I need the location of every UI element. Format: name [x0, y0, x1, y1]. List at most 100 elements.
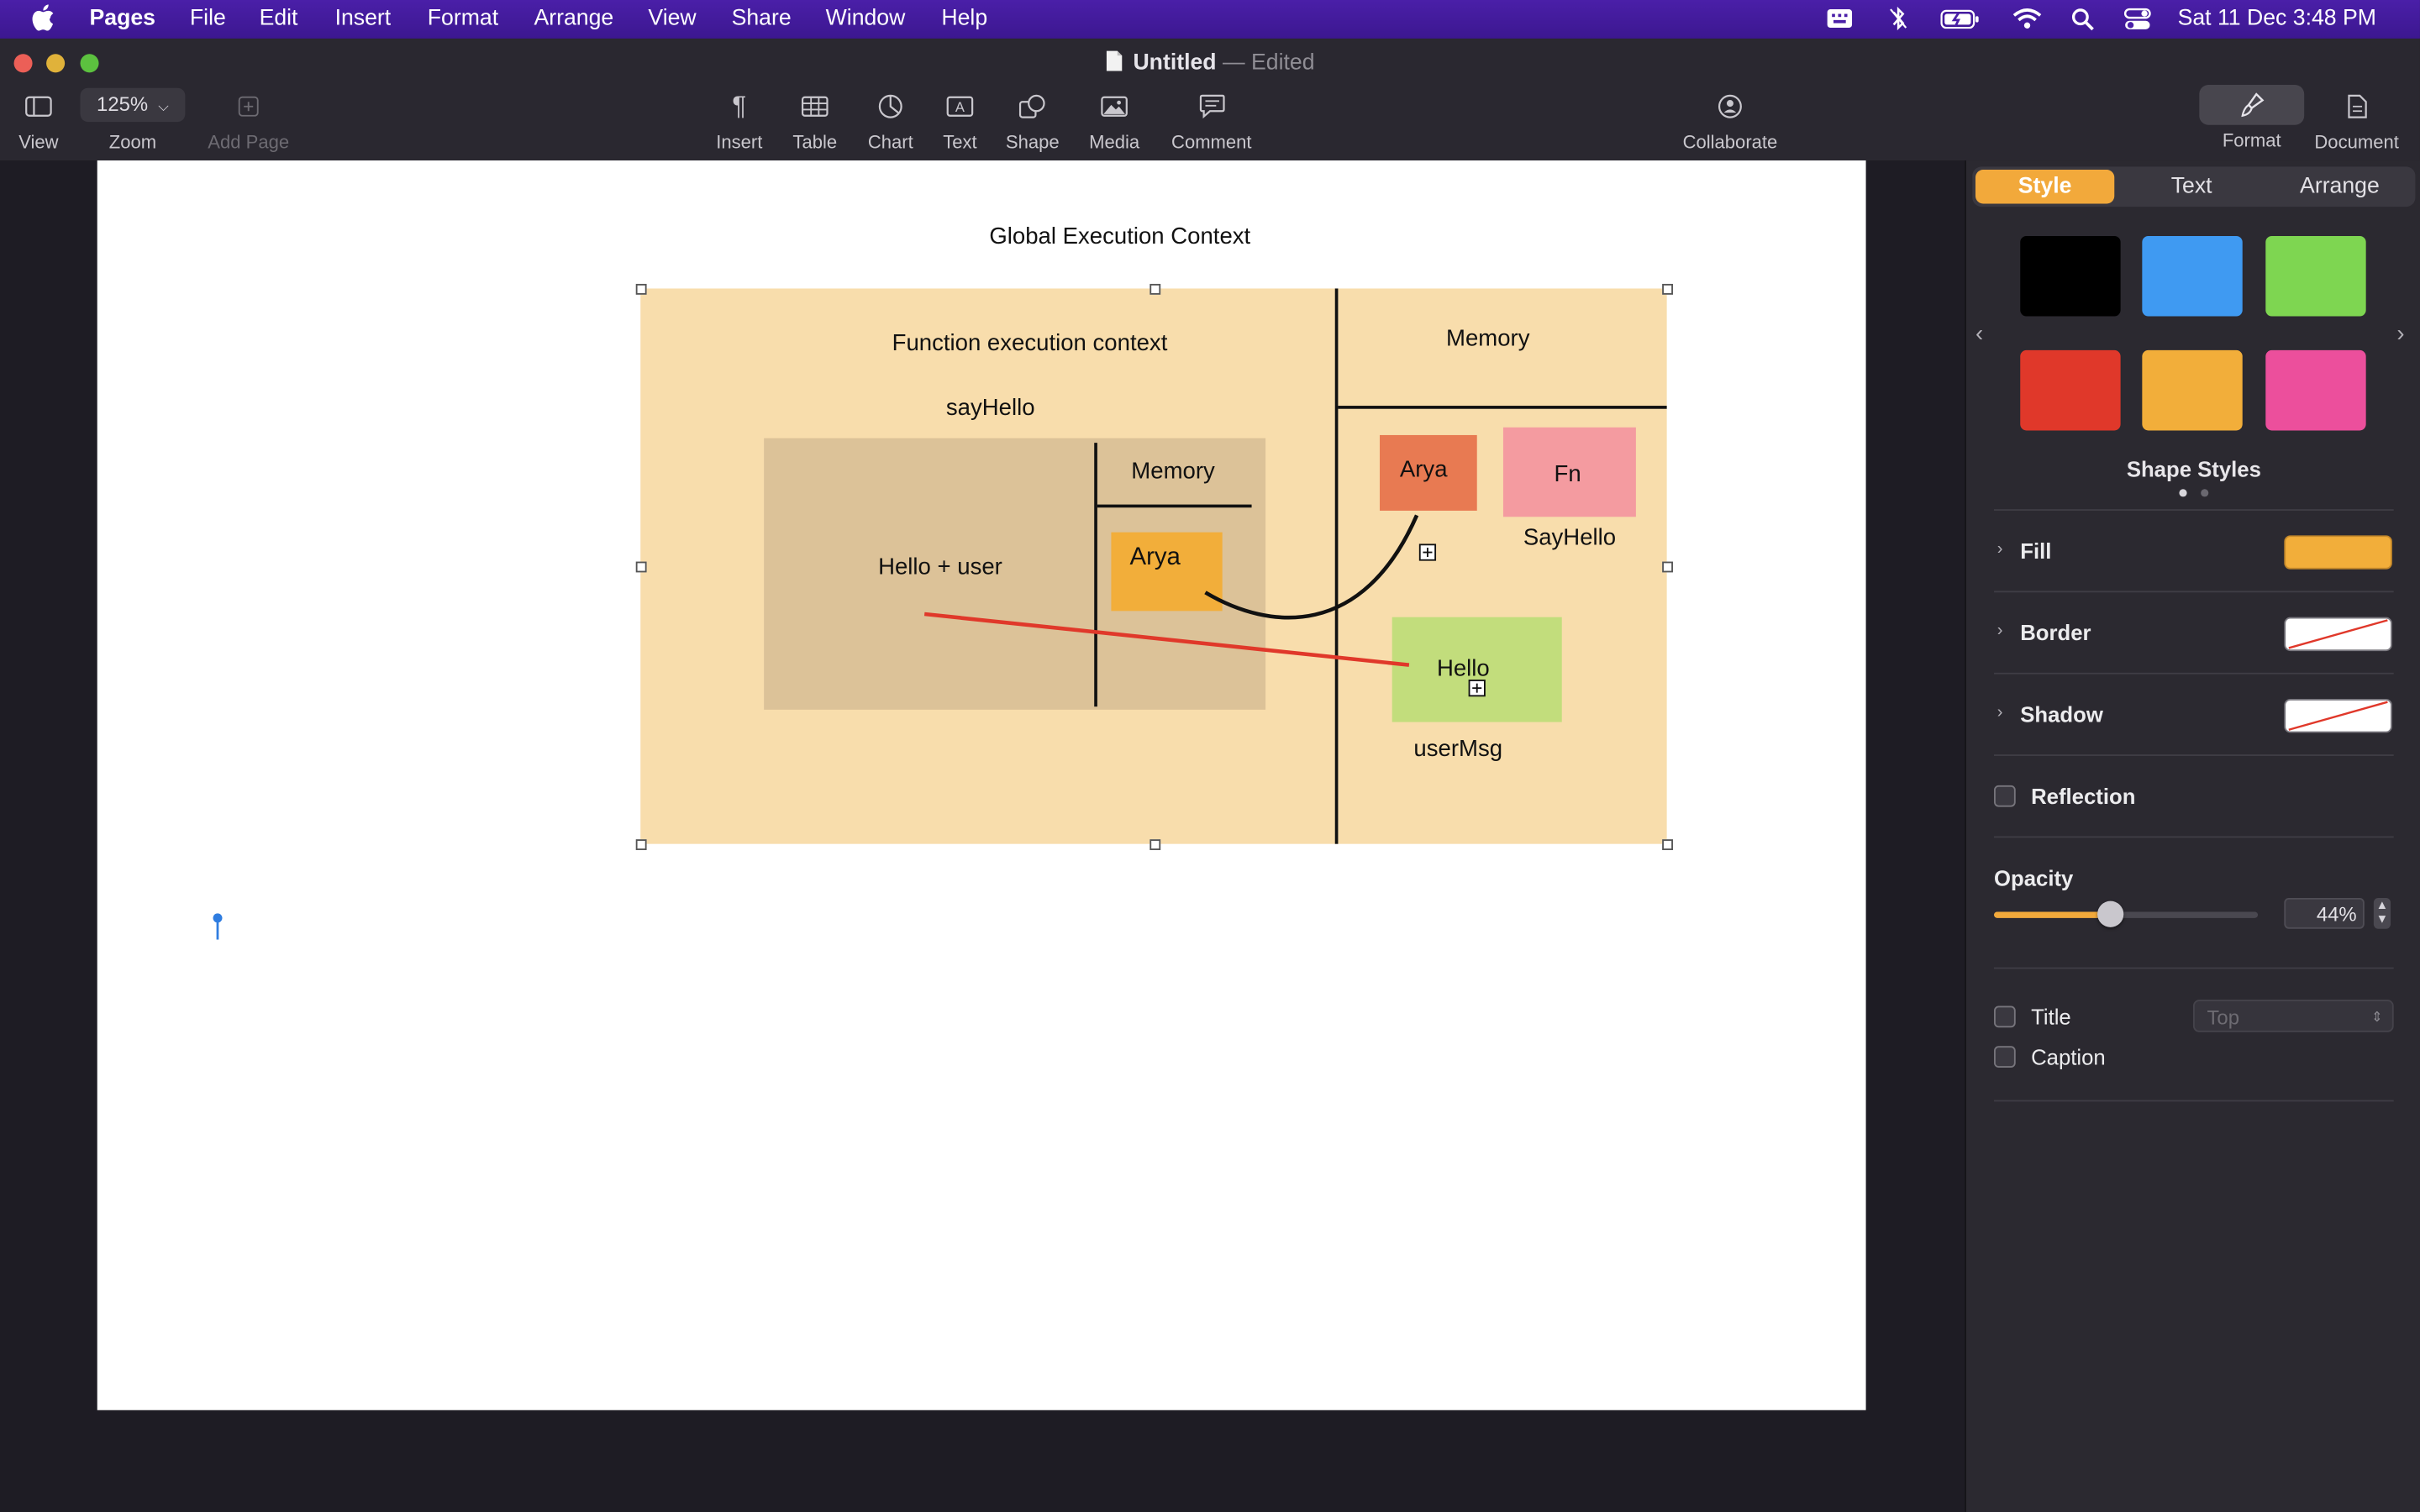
shape-style-pink[interactable]	[2265, 349, 2366, 431]
comment-icon	[1164, 91, 1260, 122]
text-box-icon: A	[929, 91, 991, 122]
wifi-icon[interactable]	[2012, 8, 2042, 35]
fill-label[interactable]: Fill	[2020, 538, 2051, 563]
tab-arrange[interactable]: Arrange	[2269, 170, 2411, 203]
zoom-popup-button[interactable]: 125% ⌵	[80, 87, 186, 123]
document-button[interactable]: Document	[2307, 91, 2407, 153]
shape-style-orange[interactable]	[2142, 349, 2243, 431]
menu-view[interactable]: View	[648, 6, 696, 30]
connector-lines	[213, 514, 1486, 940]
battery-charging-icon[interactable]	[1940, 9, 1981, 35]
selection-handle[interactable]	[635, 839, 647, 851]
sidebar-icon	[8, 91, 69, 122]
shadow-color-well[interactable]	[2284, 699, 2392, 733]
shadow-disclosure-icon[interactable]: ›	[1997, 704, 2003, 722]
add-page-button[interactable]: Add Page	[201, 91, 297, 153]
shape-style-red[interactable]	[2020, 349, 2121, 431]
curved-connector	[1204, 514, 1419, 620]
title-checkbox[interactable]	[1994, 1005, 2016, 1028]
styles-prev-icon[interactable]: ‹	[1975, 321, 1983, 347]
document-status: Edited	[1251, 50, 1315, 76]
menu-bar: Pages File Edit Insert Format Arrange Vi…	[0, 0, 2420, 39]
border-label[interactable]: Border	[2020, 620, 2091, 644]
shape-style-blue[interactable]	[2142, 236, 2243, 317]
chart-button[interactable]: Chart	[860, 91, 921, 153]
control-center-icon[interactable]	[2123, 8, 2151, 37]
fill-color-well[interactable]	[2284, 535, 2392, 570]
divider	[1994, 836, 2394, 838]
menubar-clock[interactable]: Sat 11 Dec 3:48 PM	[2178, 6, 2376, 30]
title-position-value: Top	[2207, 1005, 2239, 1030]
insert-button[interactable]: ¶ Insert	[708, 91, 770, 152]
menu-help[interactable]: Help	[941, 6, 987, 30]
menu-insert[interactable]: Insert	[335, 6, 392, 30]
shadow-label[interactable]: Shadow	[2020, 702, 2103, 727]
chevron-updown-icon: ⇕	[2371, 1009, 2383, 1025]
selection-handle[interactable]	[635, 283, 647, 295]
selection-handle[interactable]	[1662, 283, 1673, 295]
menu-format[interactable]: Format	[428, 6, 498, 30]
zoom-control[interactable]: 125% ⌵ Zoom	[80, 87, 186, 153]
border-color-well[interactable]	[2284, 617, 2392, 652]
divider	[1994, 591, 2394, 593]
opacity-stepper[interactable]: ▲ ▼	[2373, 897, 2391, 929]
text-button[interactable]: A Text	[929, 91, 991, 153]
title-separator: —	[1222, 50, 1245, 76]
divider	[1994, 754, 2394, 756]
tab-text[interactable]: Text	[2121, 170, 2263, 203]
selection-handle[interactable]	[635, 561, 647, 573]
tab-style[interactable]: Style	[1975, 170, 2115, 204]
border-disclosure-icon[interactable]: ›	[1997, 622, 2003, 640]
menu-app-pages[interactable]: Pages	[90, 6, 155, 30]
opacity-slider-track[interactable]	[1994, 900, 2259, 927]
zoom-value: 125%	[97, 92, 149, 116]
collaborate-button[interactable]: Collaborate	[1675, 91, 1786, 153]
document-page[interactable]: Global Execution Context Function execut…	[97, 160, 1866, 1410]
fill-disclosure-icon[interactable]: ›	[1997, 540, 2003, 559]
page-dot[interactable]	[2201, 489, 2209, 497]
comment-button[interactable]: Comment	[1164, 91, 1260, 153]
media-button[interactable]: Media	[1082, 91, 1147, 153]
document-panel-icon	[2307, 91, 2407, 122]
menu-share[interactable]: Share	[732, 6, 792, 30]
shape-button[interactable]: Shape	[1002, 91, 1063, 153]
view-button[interactable]: View	[8, 91, 69, 153]
title-position-select[interactable]: Top ⇕	[2192, 1000, 2394, 1032]
table-button[interactable]: Table	[784, 91, 845, 153]
paintbrush-icon	[2241, 92, 2265, 118]
spotlight-search-icon[interactable]	[2071, 8, 2095, 37]
add-page-label: Add Page	[208, 131, 290, 153]
format-highlight	[2199, 85, 2305, 125]
menu-arrange[interactable]: Arrange	[534, 6, 613, 30]
media-label: Media	[1089, 131, 1140, 153]
menu-file[interactable]: File	[190, 6, 226, 30]
apple-menu-icon[interactable]	[31, 3, 55, 40]
shape-style-green[interactable]	[2265, 236, 2366, 317]
collaborate-label: Collaborate	[1682, 131, 1778, 153]
opacity-slider-knob[interactable]	[2096, 900, 2123, 927]
table-icon	[784, 91, 845, 122]
styles-next-icon[interactable]: ›	[2396, 321, 2404, 347]
comment-label: Comment	[1171, 131, 1252, 153]
divider	[1994, 967, 2394, 969]
bluetooth-off-icon[interactable]	[1889, 6, 1907, 37]
media-icon	[1082, 91, 1147, 122]
table-label: Table	[792, 131, 838, 153]
menu-window[interactable]: Window	[826, 6, 906, 30]
selection-handle[interactable]	[1662, 839, 1673, 851]
opacity-value-field[interactable]: 44%	[2284, 897, 2365, 929]
selection-handle[interactable]	[1150, 283, 1161, 295]
opacity-slider-fill	[1994, 911, 2111, 918]
selection-handle[interactable]	[1662, 561, 1673, 573]
menu-edit[interactable]: Edit	[260, 6, 298, 30]
format-inspector: Style Text Arrange ‹ › Shape Styles › Fi…	[1965, 160, 2420, 1512]
selection-handle[interactable]	[1150, 839, 1161, 851]
caption-checkbox[interactable]	[1994, 1046, 2016, 1068]
shape-style-black[interactable]	[2020, 236, 2121, 317]
opacity-label: Opacity	[1994, 865, 2074, 890]
keyboard-icon[interactable]	[1826, 8, 1854, 35]
collaborate-icon	[1675, 91, 1786, 122]
page-dot-active[interactable]	[2179, 489, 2187, 497]
format-button[interactable]: Format	[2199, 85, 2305, 151]
reflection-checkbox[interactable]	[1994, 785, 2016, 807]
